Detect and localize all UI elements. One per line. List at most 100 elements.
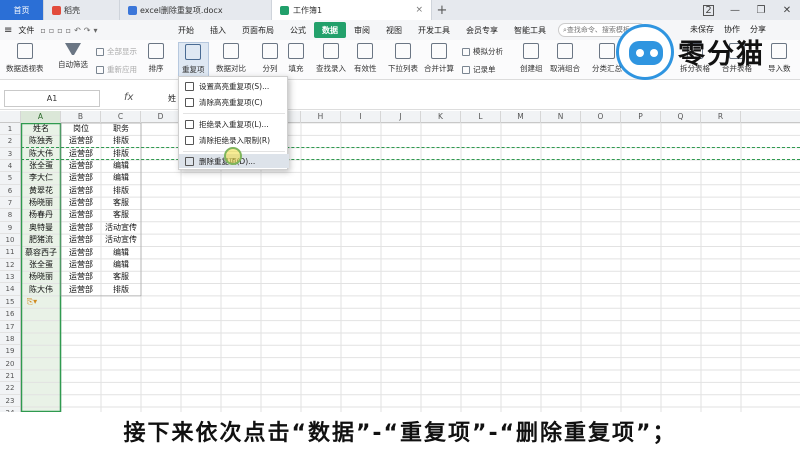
table-cell[interactable]: 运营部 [61, 222, 101, 234]
consolidate-button[interactable]: 合并计算 [424, 43, 454, 74]
spreadsheet-grid[interactable]: ABCDEFGHIJKLMNOPQR 123456789101112131415… [0, 111, 800, 412]
reject-duplicate-entry-item[interactable]: 拒绝录入重复项(L)... [179, 117, 289, 131]
table-cell[interactable]: 慕容西子 [21, 247, 61, 259]
restore-icon[interactable]: ❐ [748, 5, 774, 16]
data-compare-button[interactable]: 数据对比 [216, 43, 246, 74]
clear-highlight-duplicates-item[interactable]: 清除高亮重复项(C) [179, 95, 289, 109]
row-header[interactable]: 21 [0, 370, 20, 383]
close-window-icon[interactable]: ✕ [774, 5, 800, 16]
dropdown-list-button[interactable]: 下拉列表 [388, 43, 418, 74]
row-header[interactable]: 23 [0, 395, 20, 407]
table-cell[interactable]: 杨晓丽 [21, 271, 61, 283]
column-header[interactable]: B [61, 111, 101, 123]
autofilter-button[interactable]: 自动筛选 [58, 43, 88, 70]
row-header[interactable]: 6 [0, 185, 20, 198]
tab-document[interactable]: excel删除重复项.docx [120, 0, 272, 20]
clear-reject-limit-item[interactable]: 清除拒绝录入限制(R) [179, 133, 289, 147]
table-cell[interactable]: 奥特曼 [21, 222, 61, 234]
table-cell[interactable]: 运营部 [61, 172, 101, 184]
table-cell[interactable]: 黄翠花 [21, 185, 61, 197]
table-cell[interactable]: 杨晓丽 [21, 197, 61, 209]
validity-button[interactable]: 有效性 [354, 43, 377, 74]
column-header[interactable]: J [381, 111, 421, 123]
new-tab-button[interactable]: + [432, 0, 452, 20]
column-header[interactable]: Q [661, 111, 701, 123]
window-count-badge[interactable]: 2 [703, 4, 714, 16]
row-header[interactable]: 9 [0, 222, 20, 235]
row-header[interactable]: 16 [0, 308, 20, 321]
lookup-entry-button[interactable]: 查找录入 [316, 43, 346, 74]
quick-access-icons[interactable]: ▫▫▫▫↶↷▾ [40, 26, 100, 35]
table-cell[interactable]: 陈独秀 [21, 135, 61, 147]
table-cell[interactable]: 排版 [101, 135, 141, 147]
sort-button[interactable]: 排序 [148, 43, 164, 74]
table-cell[interactable]: 运营部 [61, 259, 101, 271]
header-cell[interactable]: 姓名 [21, 123, 61, 135]
table-cell[interactable]: 运营部 [61, 234, 101, 246]
table-cell[interactable]: 活动宣传 [101, 234, 141, 246]
tab-docer[interactable]: 稻壳 [44, 0, 120, 20]
column-header[interactable]: C [101, 111, 141, 123]
tab-workbook[interactable]: 工作簿1 × [272, 0, 432, 20]
column-header[interactable]: K [421, 111, 461, 123]
table-cell[interactable]: 运营部 [61, 271, 101, 283]
create-group-button[interactable]: 创建组 [520, 43, 543, 74]
formula-input[interactable]: 姓 [168, 93, 176, 104]
close-tab-icon[interactable]: × [415, 5, 423, 15]
pivot-table-button[interactable]: 数据透视表 [6, 43, 44, 74]
row-header[interactable]: 10 [0, 234, 20, 247]
table-cell[interactable]: 陈大伟 [21, 284, 61, 296]
row-header[interactable]: 11 [0, 246, 20, 259]
column-header[interactable]: N [541, 111, 581, 123]
column-header[interactable]: D [141, 111, 181, 123]
table-cell[interactable]: 运营部 [61, 185, 101, 197]
simulate-analysis-button[interactable]: 模拟分析 [462, 46, 503, 57]
table-cell[interactable]: 编辑 [101, 172, 141, 184]
row-header[interactable]: 4 [0, 160, 20, 173]
row-header[interactable]: 5 [0, 172, 20, 185]
menu-insert[interactable]: 插入 [202, 22, 234, 38]
table-cell[interactable]: 客服 [101, 209, 141, 221]
column-header[interactable]: A [21, 111, 61, 123]
table-cell[interactable]: 编辑 [101, 247, 141, 259]
header-cell[interactable]: 职务 [101, 123, 141, 135]
table-cell[interactable]: 运营部 [61, 247, 101, 259]
row-header[interactable]: 1 [0, 123, 20, 136]
menu-view[interactable]: 视图 [378, 22, 410, 38]
table-cell[interactable]: 运营部 [61, 197, 101, 209]
row-header[interactable]: 14 [0, 283, 20, 296]
menu-developer[interactable]: 开发工具 [410, 22, 458, 38]
hamburger-icon[interactable]: ≡ [4, 25, 12, 36]
duplicates-button[interactable]: 重复项 [178, 42, 209, 77]
table-cell[interactable]: 排版 [101, 185, 141, 197]
row-header[interactable]: 17 [0, 321, 20, 333]
row-header[interactable]: 8 [0, 209, 20, 222]
name-box[interactable]: A1 [4, 90, 100, 107]
select-all-corner[interactable] [0, 111, 21, 123]
table-cell[interactable]: 杨春丹 [21, 209, 61, 221]
table-cell[interactable]: 张全蛋 [21, 259, 61, 271]
table-cell[interactable]: 肥猪流 [21, 234, 61, 246]
row-header[interactable]: 19 [0, 345, 20, 358]
row-header[interactable]: 3 [0, 148, 20, 161]
row-header[interactable]: 18 [0, 333, 20, 346]
table-cell[interactable]: 运营部 [61, 160, 101, 172]
split-column-button[interactable]: 分列 [262, 43, 278, 74]
column-header[interactable]: L [461, 111, 501, 123]
menu-data[interactable]: 数据 [314, 22, 346, 38]
menu-page-layout[interactable]: 页面布局 [234, 22, 282, 38]
table-cell[interactable]: 运营部 [61, 284, 101, 296]
row-header[interactable]: 2 [0, 135, 20, 148]
table-cell[interactable]: 排版 [101, 284, 141, 296]
tab-home[interactable]: 首页 [0, 0, 44, 20]
table-cell[interactable]: 张全蛋 [21, 160, 61, 172]
column-header[interactable]: M [501, 111, 541, 123]
row-header[interactable]: 13 [0, 271, 20, 284]
row-header[interactable]: 7 [0, 197, 20, 210]
reapply-button[interactable]: 重新应用 [96, 64, 137, 75]
menu-smart-tools[interactable]: 智能工具 [506, 22, 554, 38]
row-header[interactable]: 15 [0, 296, 20, 309]
menu-review[interactable]: 审阅 [346, 22, 378, 38]
column-header[interactable]: H [301, 111, 341, 123]
ungroup-button[interactable]: 取消组合 [550, 43, 580, 74]
